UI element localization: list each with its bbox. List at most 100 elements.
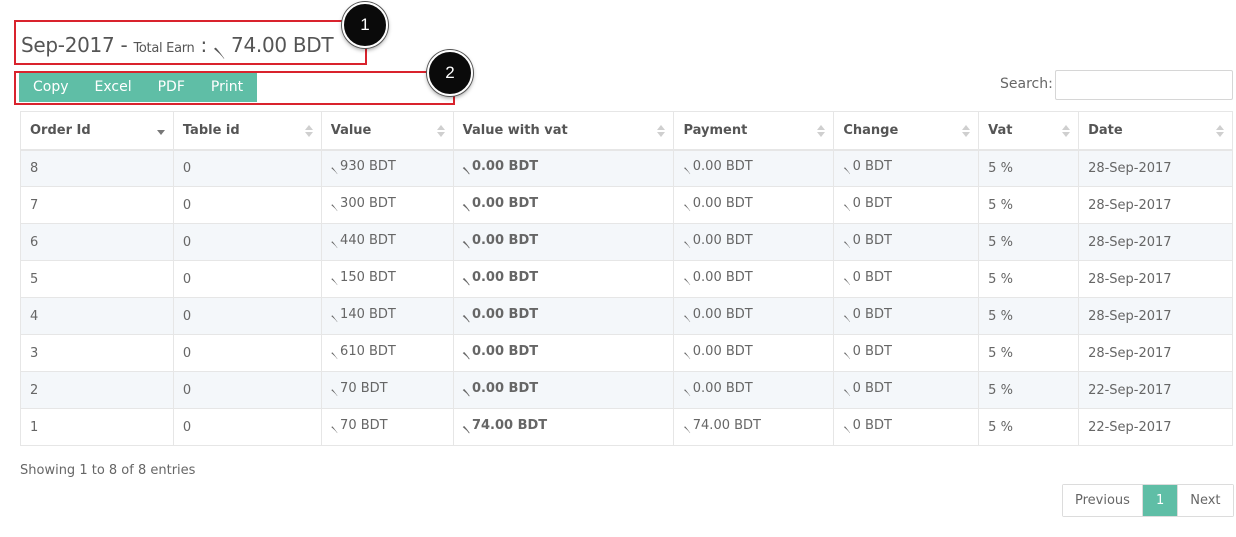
payment-cell: ৲ 0.00 BDT xyxy=(673,334,835,372)
taka-currency-icon: ৲ xyxy=(683,418,691,432)
value-with-vat-cell: ৲ 0.00 BDT xyxy=(452,297,675,335)
cell-value: 8 xyxy=(30,160,39,176)
cell-value: 150 BDT xyxy=(340,270,396,285)
taka-currency-icon: ৲ xyxy=(683,344,691,358)
column-header-vat[interactable]: Vat xyxy=(978,111,1080,151)
cell-value: 0 xyxy=(182,197,192,213)
column-header-order-id[interactable]: Order Id xyxy=(20,111,174,151)
column-header-date[interactable]: Date xyxy=(1078,111,1233,151)
excel-button[interactable]: Excel xyxy=(82,73,145,102)
cell-value: 0 xyxy=(182,345,192,361)
table-row: 3 0 ৲ 610 BDT ৲ 0.00 BDT ৲ 0.00 BDT ৲ 0 BDT 5 % 28-… xyxy=(20,334,1233,372)
search-input[interactable] xyxy=(1055,70,1233,100)
value-cell: ৲ 610 BDT xyxy=(320,334,454,372)
cell-value: 0 BDT xyxy=(852,159,892,175)
table-id-cell: 0 xyxy=(172,371,322,409)
cell-value: 3 xyxy=(30,345,39,361)
column-header-payment[interactable]: Payment xyxy=(673,111,835,151)
pdf-button[interactable]: PDF xyxy=(145,73,198,102)
taka-currency-icon: ৲ xyxy=(843,307,851,321)
column-header-change[interactable]: Change xyxy=(833,111,980,151)
cell-value: 28-Sep-2017 xyxy=(1088,160,1172,176)
change-cell: ৲ 0 BDT xyxy=(833,371,980,409)
cell-value: 7 xyxy=(30,197,39,213)
cell-value: 28-Sep-2017 xyxy=(1088,345,1172,361)
cell-value: 0.00 BDT xyxy=(692,270,753,285)
date-cell: 28-Sep-2017 xyxy=(1078,260,1233,298)
order-id-cell: 6 xyxy=(20,223,174,261)
cell-value: 5 % xyxy=(988,234,1013,250)
previous-page-button[interactable]: Previous xyxy=(1063,485,1142,516)
column-header-label: Payment xyxy=(683,122,748,138)
table-row: 8 0 ৲ 930 BDT ৲ 0.00 BDT ৲ 0.00 BDT ৲ 0 BDT 5 % 28-… xyxy=(20,149,1233,187)
vat-cell: 5 % xyxy=(978,223,1080,261)
cell-value: 5 xyxy=(30,271,39,287)
sort-icon xyxy=(1062,125,1071,137)
sort-icon xyxy=(1216,125,1224,137)
cell-value: 0 BDT xyxy=(852,418,892,433)
column-header-table-id[interactable]: Table id xyxy=(172,111,322,151)
cell-value: 300 BDT xyxy=(340,196,396,211)
value-cell: ৲ 70 BDT xyxy=(320,408,454,446)
cell-value: 5 % xyxy=(988,271,1013,287)
taka-currency-icon: ৲ xyxy=(843,270,851,284)
vat-cell: 5 % xyxy=(978,186,1080,224)
column-header-label: Change xyxy=(843,122,899,138)
date-cell: 22-Sep-2017 xyxy=(1078,371,1233,409)
table-row: 2 0 ৲ 70 BDT ৲ 0.00 BDT ৲ 0.00 BDT ৲ 0 BDT 5 % 22-S… xyxy=(20,371,1233,409)
taka-currency-icon: ৲ xyxy=(462,307,470,321)
taka-currency-icon: ৲ xyxy=(330,233,339,247)
cell-value: 0 BDT xyxy=(852,233,892,248)
cell-value: 5 % xyxy=(988,419,1013,435)
taka-currency-icon: ৲ xyxy=(330,196,339,210)
order-id-cell: 1 xyxy=(20,408,174,446)
cell-value: 140 BDT xyxy=(340,307,396,322)
column-header-label: Order Id xyxy=(30,122,91,138)
search-label: Search: xyxy=(1000,76,1053,92)
page-1-button[interactable]: 1 xyxy=(1141,485,1178,516)
cell-value: 0 xyxy=(182,382,192,398)
pagination: Previous 1 Next xyxy=(1062,484,1234,517)
cell-value: 0.00 BDT xyxy=(471,307,539,322)
column-header-value-with-vat[interactable]: Value with vat xyxy=(452,111,675,151)
vat-cell: 5 % xyxy=(978,149,1080,187)
table-row: 4 0 ৲ 140 BDT ৲ 0.00 BDT ৲ 0.00 BDT ৲ 0 BDT 5 % 28-… xyxy=(20,297,1233,335)
value-with-vat-cell: ৲ 0.00 BDT xyxy=(452,186,675,224)
taka-currency-icon: ৲ xyxy=(843,381,851,395)
next-page-button[interactable]: Next xyxy=(1177,485,1233,516)
value-cell: ৲ 70 BDT xyxy=(320,371,454,409)
column-header-label: Value with vat xyxy=(462,122,568,138)
taka-currency-icon: ৲ xyxy=(462,418,470,432)
payment-cell: ৲ 0.00 BDT xyxy=(673,149,835,187)
change-cell: ৲ 0 BDT xyxy=(833,260,980,298)
cell-value: 0 BDT xyxy=(852,381,892,396)
table-id-cell: 0 xyxy=(172,149,322,187)
order-id-cell: 4 xyxy=(20,297,174,335)
cell-value: 28-Sep-2017 xyxy=(1088,197,1172,213)
value-with-vat-cell: ৲ 74.00 BDT xyxy=(452,408,675,446)
taka-currency-icon: ৲ xyxy=(683,196,691,210)
taka-currency-icon: ৲ xyxy=(462,196,470,210)
column-header-label: Table id xyxy=(182,122,240,138)
print-button[interactable]: Print xyxy=(198,73,257,102)
value-with-vat-cell: ৲ 0.00 BDT xyxy=(452,371,675,409)
value-with-vat-cell: ৲ 0.00 BDT xyxy=(452,334,675,372)
cell-value: 28-Sep-2017 xyxy=(1088,234,1172,250)
taka-currency-icon: ৲ xyxy=(330,344,339,358)
title-colon: : xyxy=(194,33,214,57)
sort-icon xyxy=(304,125,313,137)
cell-value: 5 % xyxy=(988,160,1013,176)
cell-value: 0.00 BDT xyxy=(471,381,539,396)
copy-button[interactable]: Copy xyxy=(19,73,82,102)
column-header-value[interactable]: Value xyxy=(320,111,454,151)
date-cell: 28-Sep-2017 xyxy=(1078,297,1233,335)
taka-currency-icon: ৲ xyxy=(330,270,339,284)
taka-currency-icon: ৲ xyxy=(462,270,470,284)
value-cell: ৲ 140 BDT xyxy=(320,297,454,335)
value-with-vat-cell: ৲ 0.00 BDT xyxy=(452,223,675,261)
cell-value: 0 xyxy=(182,234,192,250)
cell-value: 0.00 BDT xyxy=(471,196,539,211)
cell-value: 4 xyxy=(30,308,39,324)
taka-currency-icon: ৲ xyxy=(462,159,470,174)
vat-cell: 5 % xyxy=(978,408,1080,446)
